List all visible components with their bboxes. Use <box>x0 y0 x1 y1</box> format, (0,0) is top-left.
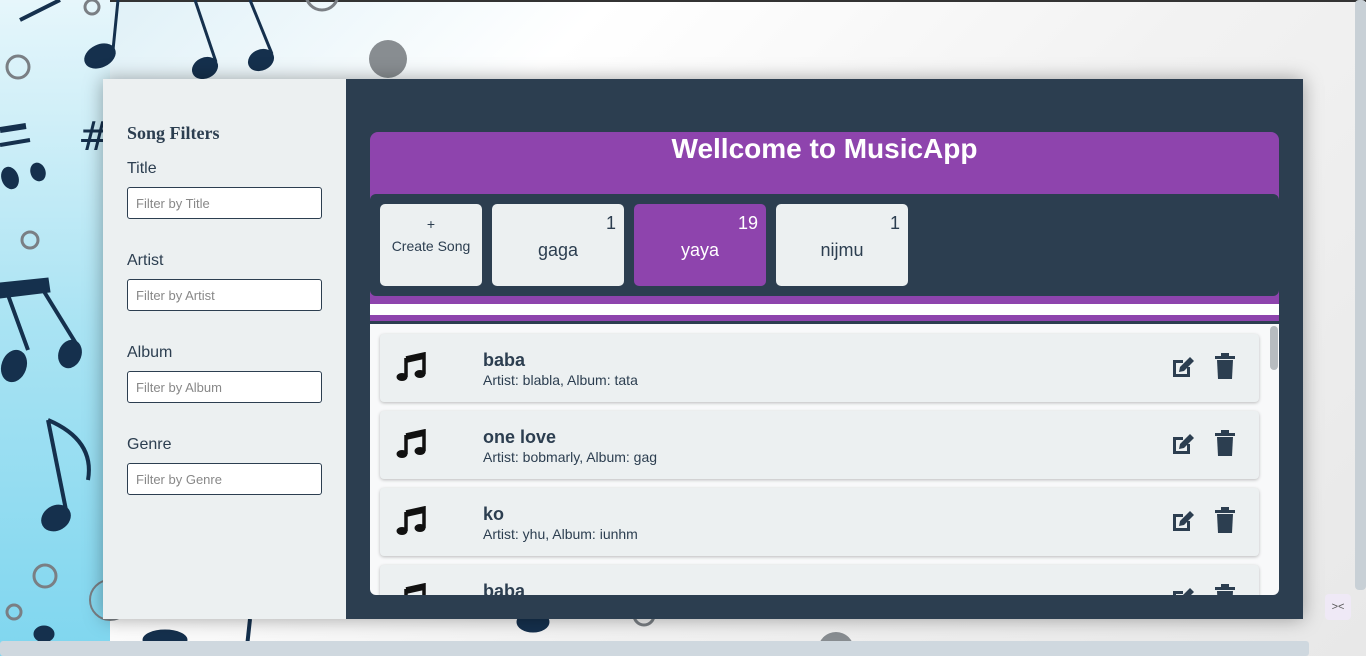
title-filter: Title <box>127 160 322 219</box>
artist-filter-input[interactable] <box>127 279 322 311</box>
page-title: Wellcome to MusicApp <box>671 133 978 164</box>
background-gradient <box>0 0 110 656</box>
tab-count: 1 <box>605 213 616 233</box>
genre-filter: Genre <box>127 436 322 495</box>
top-border <box>0 0 1366 2</box>
tab-count: 1 <box>889 213 900 233</box>
tab-yaya[interactable]: 19 yaya <box>634 204 766 286</box>
trash-icon[interactable] <box>1214 353 1236 379</box>
artist-filter: Artist <box>127 252 322 311</box>
trash-icon[interactable] <box>1214 430 1236 456</box>
song-meta: Artist: blabla, Album: tata <box>483 372 638 388</box>
trash-icon[interactable] <box>1214 507 1236 533</box>
tab-label: gaga <box>537 240 579 260</box>
create-song-label: Create Song <box>391 238 471 254</box>
artist-filter-label: Artist <box>127 252 164 269</box>
song-list[interactable]: baba Artist: blabla, Album: tata one lov… <box>370 324 1279 595</box>
sidebar-heading: Song Filters <box>127 123 220 143</box>
album-filter: Album <box>127 344 322 403</box>
edit-icon[interactable] <box>1170 585 1196 595</box>
app-header: Wellcome to MusicApp + Create Song 1 gag… <box>370 132 1279 304</box>
edit-icon[interactable] <box>1170 431 1196 457</box>
song-title: ko <box>483 504 505 524</box>
create-song-button[interactable]: + Create Song <box>380 204 482 286</box>
page-vertical-scrollbar[interactable] <box>1355 0 1366 590</box>
playlist-tabs: + Create Song 1 gaga 19 yaya 1 nijmu <box>370 194 1279 296</box>
tab-label: yaya <box>680 240 720 260</box>
title-filter-input[interactable] <box>127 187 322 219</box>
tab-count: 19 <box>737 213 758 233</box>
tab-gaga[interactable]: 1 gaga <box>492 204 624 286</box>
extension-icon[interactable]: >< <box>1325 594 1351 620</box>
album-filter-input[interactable] <box>127 371 322 403</box>
music-note-icon <box>396 506 426 535</box>
tab-nijmu[interactable]: 1 nijmu <box>776 204 908 286</box>
trash-icon[interactable] <box>1214 584 1236 595</box>
edit-icon[interactable] <box>1170 354 1196 380</box>
edit-icon[interactable] <box>1170 508 1196 534</box>
main-panel: Wellcome to MusicApp + Create Song 1 gag… <box>346 79 1303 619</box>
music-note-icon <box>404 583 426 595</box>
song-row: ko Artist: yhu, Album: iunhm <box>380 488 1259 556</box>
song-meta: Artist: yhu, Album: iunhm <box>483 526 638 542</box>
page-horizontal-scrollbar[interactable] <box>0 641 1309 656</box>
song-row: baba Artist: blabla, Album: tata <box>380 334 1259 402</box>
music-note-icon <box>396 429 426 458</box>
music-note-icon <box>396 352 426 381</box>
song-title: baba <box>483 350 526 370</box>
song-title: baba <box>483 581 526 595</box>
song-row: baba <box>380 565 1259 595</box>
song-row: one love Artist: bobmarly, Album: gag <box>380 411 1259 479</box>
title-filter-label: Title <box>127 160 157 177</box>
song-title: one love <box>483 427 557 447</box>
plus-icon: + <box>426 216 436 232</box>
song-meta: Artist: bobmarly, Album: gag <box>483 449 658 465</box>
list-scrollbar[interactable] <box>1270 326 1278 370</box>
divider-accent <box>370 315 1279 321</box>
genre-filter-input[interactable] <box>127 463 322 495</box>
filter-sidebar: Song Filters Title Artist Album Genre <box>103 79 346 619</box>
app-window: Song Filters Title Artist Album Genre We… <box>103 79 1303 619</box>
tab-label: nijmu <box>820 240 864 260</box>
divider <box>370 304 1279 315</box>
genre-filter-label: Genre <box>127 436 172 453</box>
album-filter-label: Album <box>127 344 173 361</box>
